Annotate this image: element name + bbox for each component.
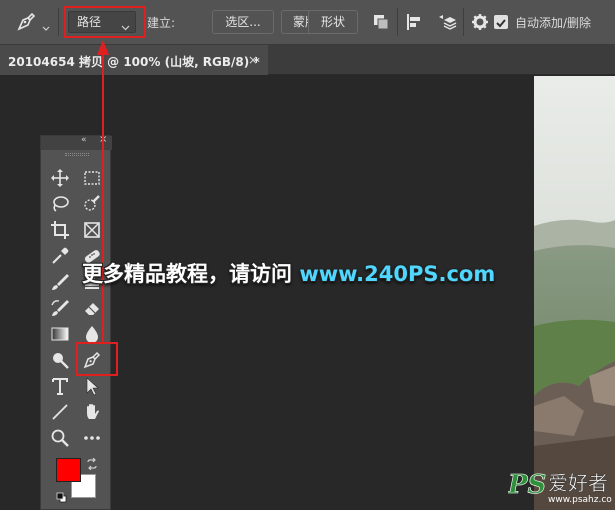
svg-text:爱好者: 爱好者 — [548, 471, 608, 495]
watermark-message: 更多精品教程，请访问 — [82, 262, 300, 286]
watermark-url: www.240PS.com — [299, 262, 496, 286]
watermark-text: 更多精品教程，请访问 www.240PS.com — [82, 258, 495, 288]
photoshop-window: 路径 建立: 选区... 蒙版 形状 自动添加/删除 20104654 拷贝 @… — [0, 0, 615, 510]
svg-text:PS: PS — [508, 470, 546, 500]
site-logo: PS 爱好者 www.psahz.com — [507, 466, 615, 506]
annotation-arrow — [97, 40, 109, 342]
svg-text:www.psahz.com: www.psahz.com — [548, 495, 612, 505]
